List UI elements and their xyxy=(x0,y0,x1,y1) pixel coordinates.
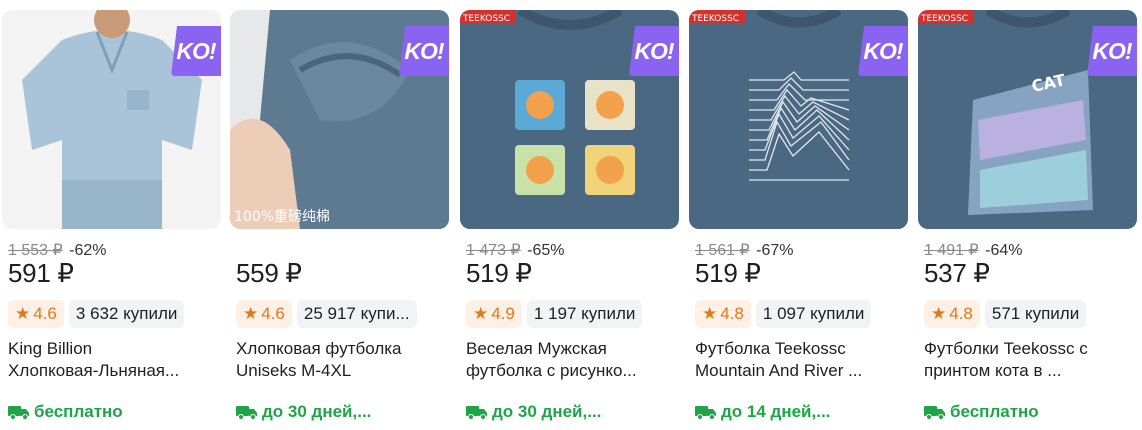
purchases-count: 1 197 купили xyxy=(526,300,643,328)
star-icon: ★ xyxy=(702,304,718,323)
title-line: Футболки Teekossc с xyxy=(924,339,1088,358)
product-stats: ★ 4.8 571 купили xyxy=(924,300,1087,328)
delivery-info: до 14 дней,... xyxy=(695,402,830,422)
old-price: 1 553 ₽ xyxy=(8,242,63,259)
promo-badge: KO! xyxy=(171,26,221,76)
title-line: Хлопковая футболка xyxy=(236,339,402,358)
rating-value: 4.8 xyxy=(949,304,973,323)
old-price-row: 1 561 ₽ -67% xyxy=(695,240,793,260)
price: 537 ₽ xyxy=(924,258,990,288)
old-price-row: 1 491 ₽ -64% xyxy=(924,240,1022,260)
title-line: Uniseks M-4XL xyxy=(236,361,352,380)
rating-value: 4.6 xyxy=(33,304,57,323)
product-stats: ★ 4.6 25 917 купи... xyxy=(236,300,417,328)
delivery-truck-icon xyxy=(695,406,716,420)
delivery-truck-icon xyxy=(236,406,257,420)
old-price-row: 1 473 ₽ -65% xyxy=(466,240,564,260)
price: 519 ₽ xyxy=(695,258,761,288)
product-title[interactable]: Футболки Teekossc с принтом кота в ... xyxy=(924,338,1132,382)
delivery-truck-icon xyxy=(466,406,487,420)
product-title[interactable]: Хлопковая футболка Uniseks M-4XL xyxy=(236,338,444,382)
old-price: 1 491 ₽ xyxy=(924,242,979,259)
delivery-truck-icon xyxy=(924,406,945,420)
rating-value: 4.8 xyxy=(720,304,744,323)
delivery-truck-icon xyxy=(8,406,29,420)
product-image[interactable]: TEEKOSSC KO! xyxy=(689,10,908,229)
old-price: 1 473 ₽ xyxy=(466,242,521,259)
old-price-row: 1 553 ₽ -62% xyxy=(8,240,106,260)
price: 591 ₽ xyxy=(8,258,74,288)
old-price: 1 561 ₽ xyxy=(695,242,750,259)
purchases-count: 3 632 купили xyxy=(68,300,185,328)
price: 519 ₽ xyxy=(466,258,532,288)
title-line: King Billion xyxy=(8,339,93,358)
title-line: Футболка Teekossc xyxy=(695,339,846,358)
product-title[interactable]: Веселая Мужская футболка с рисунко... xyxy=(466,338,674,382)
product-image[interactable]: TEEKOSSC KO! xyxy=(460,10,679,229)
product-title[interactable]: King Billion Хлопковая-Льняная... xyxy=(8,338,216,382)
brand-label: TEEKOSSC xyxy=(691,14,739,24)
image-caption: 100%重磅纯棉 xyxy=(234,208,330,225)
promo-badge: KO! xyxy=(629,26,679,76)
purchases-count: 1 097 купили xyxy=(755,300,872,328)
purchases-count: 571 купили xyxy=(984,300,1087,328)
product-title[interactable]: Футболка Teekossc Mountain And River ... xyxy=(695,338,903,382)
product-card[interactable]: 100%重磅纯棉 KO! 559 ₽ ★ 4.6 25 917 купи... Х… xyxy=(230,10,449,422)
brand-label: TEEKOSSC xyxy=(920,14,968,24)
delivery-info: бесплатно xyxy=(8,402,123,422)
product-card[interactable]: KO! 1 553 ₽ -62% 591 ₽ ★ 4.6 3 632 купили… xyxy=(2,10,221,422)
product-card[interactable]: TEEKOSSC CAT KO! 1 491 ₽ -64% 537 ₽ ★ 4.8… xyxy=(918,10,1137,422)
product-stats: ★ 4.6 3 632 купили xyxy=(8,300,185,328)
delivery-text: бесплатно xyxy=(34,402,123,421)
product-image[interactable]: 100%重磅纯棉 KO! xyxy=(230,10,449,229)
delivery-text: до 30 дней,... xyxy=(492,402,602,421)
delivery-text: бесплатно xyxy=(950,402,1039,421)
rating-value: 4.9 xyxy=(491,304,515,323)
discount: -62% xyxy=(69,242,107,259)
product-image[interactable]: TEEKOSSC CAT KO! xyxy=(918,10,1137,229)
discount: -64% xyxy=(985,242,1023,259)
product-image[interactable]: KO! xyxy=(2,10,221,229)
title-line: принтом кота в ... xyxy=(924,361,1062,380)
rating-badge: ★ 4.6 xyxy=(236,300,292,328)
star-icon: ★ xyxy=(931,304,947,323)
delivery-text: до 30 дней,... xyxy=(262,402,372,421)
delivery-info: до 30 дней,... xyxy=(236,402,371,422)
delivery-info: бесплатно xyxy=(924,402,1039,422)
rating-badge: ★ 4.8 xyxy=(695,300,751,328)
discount: -65% xyxy=(527,242,565,259)
discount: -67% xyxy=(756,242,794,259)
product-stats: ★ 4.8 1 097 купили xyxy=(695,300,872,328)
product-card[interactable]: TEEKOSSC KO! 1 561 ₽ -67% 519 ₽ ★ 4.8 1 … xyxy=(689,10,908,422)
brand-label: TEEKOSSC xyxy=(462,14,510,24)
title-line: футболка с рисунко... xyxy=(466,361,637,380)
price: 559 ₽ xyxy=(236,258,302,288)
delivery-info: до 30 дней,... xyxy=(466,402,601,422)
purchases-count: 25 917 купи... xyxy=(296,300,417,328)
title-line: Хлопковая-Льняная... xyxy=(8,361,180,380)
promo-badge: KO! xyxy=(858,26,908,76)
title-line: Веселая Мужская xyxy=(466,339,607,358)
title-line: Mountain And River ... xyxy=(695,361,863,380)
rating-badge: ★ 4.9 xyxy=(466,300,522,328)
rating-value: 4.6 xyxy=(261,304,285,323)
star-icon: ★ xyxy=(473,304,489,323)
promo-badge: KO! xyxy=(399,26,449,76)
star-icon: ★ xyxy=(243,304,259,323)
product-card[interactable]: TEEKOSSC KO! 1 473 ₽ -65% 519 ₽ ★ 4.9 1 1… xyxy=(460,10,679,422)
delivery-text: до 14 дней,... xyxy=(721,402,831,421)
product-grid: KO! 1 553 ₽ -62% 591 ₽ ★ 4.6 3 632 купили… xyxy=(0,0,1142,430)
rating-badge: ★ 4.8 xyxy=(924,300,980,328)
star-icon: ★ xyxy=(15,304,31,323)
rating-badge: ★ 4.6 xyxy=(8,300,64,328)
promo-badge: KO! xyxy=(1087,26,1137,76)
product-stats: ★ 4.9 1 197 купили xyxy=(466,300,643,328)
